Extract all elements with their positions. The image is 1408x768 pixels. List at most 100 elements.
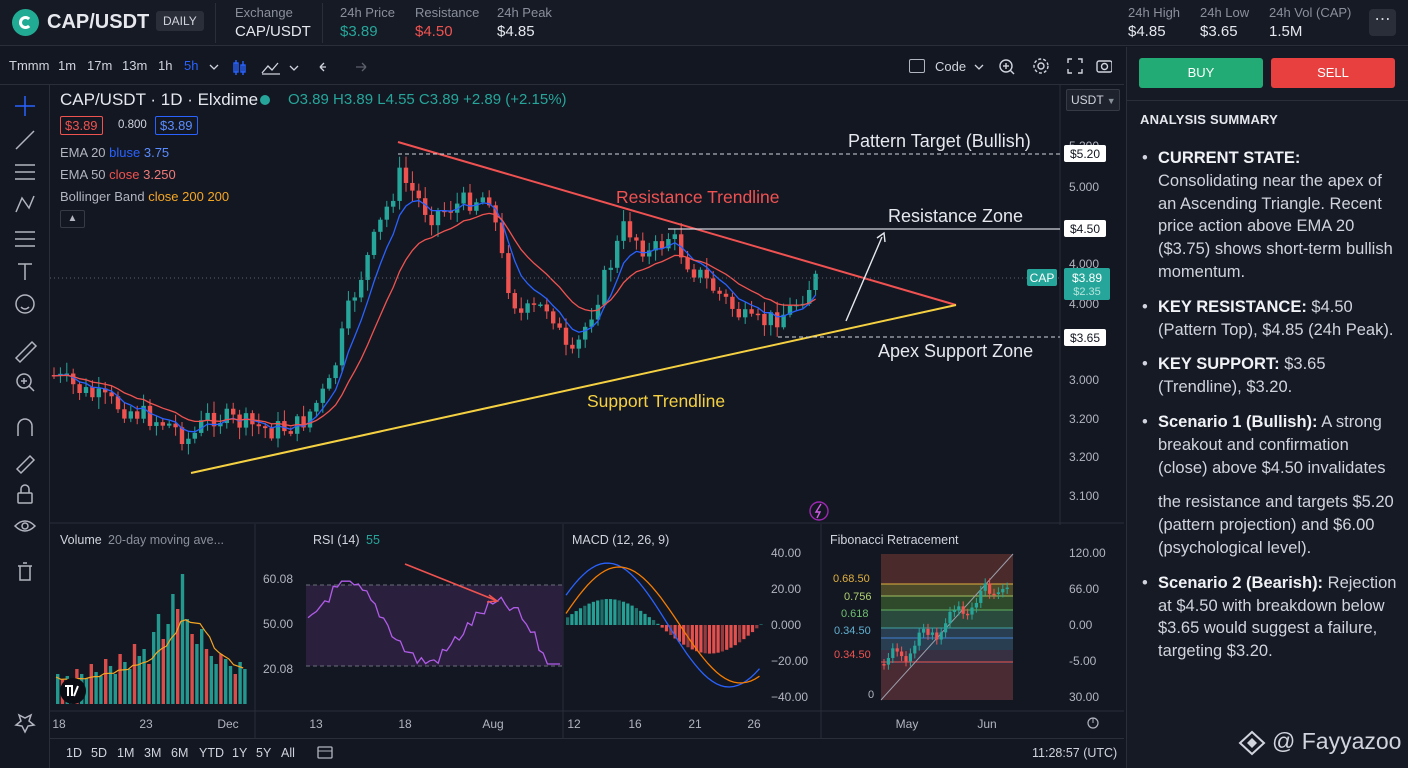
emoji-icon[interactable] [15, 294, 35, 314]
volume-bar [238, 662, 242, 704]
range-5y[interactable]: 5Y [256, 746, 271, 760]
rsi-tick: 20.08 [263, 662, 293, 676]
chart-background [50, 85, 1060, 525]
fib-title: Fibonacci Retracement [830, 533, 959, 547]
volume-bar [118, 654, 122, 704]
bollinger-legend[interactable]: Bollinger Band close 200 200 [60, 189, 229, 204]
pencil-lock-icon[interactable] [15, 454, 36, 475]
volume-bars [56, 574, 247, 704]
macd-bar [613, 599, 617, 625]
zoom-icon[interactable] [16, 373, 35, 392]
indicators-icon[interactable] [261, 62, 280, 75]
timeframe-1m[interactable]: 1m [58, 58, 76, 73]
date-range-icon[interactable] [316, 744, 334, 760]
macd-bar [699, 625, 703, 653]
chevron-down-icon[interactable] [974, 64, 984, 70]
symbol-title[interactable]: CAP/USDT [47, 11, 149, 34]
ruler-icon[interactable] [14, 340, 38, 364]
camera-icon[interactable] [1096, 60, 1112, 73]
volume-bar [89, 664, 93, 704]
time-tick: 12 [567, 717, 581, 731]
macd-bar [643, 613, 647, 625]
target-price-label: $5.20 [1064, 145, 1106, 162]
magnet-icon[interactable] [17, 418, 33, 436]
macd-tick: 20.00 [771, 582, 801, 596]
fib-level: 0.68.50 [833, 573, 870, 585]
timeframe-5h[interactable]: 5h [184, 58, 198, 73]
ema50-legend[interactable]: EMA 50 close 3.250 [60, 167, 176, 182]
ema20-legend[interactable]: EMA 20 bluse 3.75 [60, 145, 169, 160]
fib-level: 0.34.50 [834, 649, 871, 661]
macd-bar [729, 625, 733, 648]
volume-bar [156, 614, 161, 704]
market-status-icon [260, 95, 270, 105]
gear-icon[interactable] [1033, 58, 1049, 74]
timeframe-13m[interactable]: 13m [122, 58, 147, 73]
macd-bar [707, 625, 712, 654]
bid-price-box[interactable]: $3.89 [60, 116, 103, 135]
buy-button[interactable]: BUY [1139, 58, 1263, 88]
text-tool-icon[interactable] [18, 263, 32, 280]
ask-price-box[interactable]: $3.89 [155, 116, 198, 135]
range-1m[interactable]: 1M [117, 746, 134, 760]
macd-bar [604, 599, 608, 625]
pattern-icon[interactable] [15, 195, 35, 213]
lock-icon[interactable] [17, 484, 33, 504]
sell-button[interactable]: SELL [1271, 58, 1395, 88]
zoom-in-icon[interactable] [999, 59, 1015, 75]
price-tick: 3.200 [1069, 450, 1099, 464]
eye-icon[interactable] [13, 520, 37, 532]
range-3m[interactable]: 3M [144, 746, 161, 760]
horizontal-lines-icon[interactable] [15, 164, 35, 180]
fib-level: 0.618 [841, 608, 869, 620]
undo-icon[interactable] [319, 62, 326, 72]
range-1d[interactable]: 1D [66, 746, 82, 760]
redo-icon[interactable] [350, 60, 370, 76]
watermark-text: @ Fayyazoo [1272, 728, 1402, 754]
range-all[interactable]: All [281, 746, 295, 760]
volume-bar [142, 649, 146, 704]
macd-bar [660, 625, 664, 628]
range-1y[interactable]: 1Y [232, 746, 247, 760]
range-5d[interactable]: 5D [91, 746, 107, 760]
code-checkbox[interactable] [909, 59, 925, 73]
code-label[interactable]: Code [935, 59, 966, 74]
macd-bar [634, 608, 638, 625]
candles-icon[interactable] [233, 60, 246, 75]
macd-tick: −20.00 [771, 654, 808, 668]
price-tick: 3.200 [1069, 412, 1099, 426]
time-tick: 13 [309, 717, 323, 731]
favorites-star-icon[interactable] [14, 713, 36, 734]
range-ytd[interactable]: YTD [199, 746, 224, 760]
volume-bar [108, 666, 113, 704]
volume-bar [123, 662, 127, 704]
time-axis-settings-icon[interactable] [1087, 717, 1099, 729]
fullscreen-icon[interactable] [1067, 58, 1083, 74]
chevron-down-icon[interactable] [209, 64, 219, 70]
fib-tick: -5.00 [1069, 654, 1097, 668]
fib-tool-icon[interactable] [15, 231, 35, 247]
macd-bar [664, 625, 669, 632]
more-menu-button[interactable]: ⋯ [1369, 9, 1396, 36]
fib-tick: 66.00 [1069, 582, 1099, 596]
timeframe-17m[interactable]: 17m [87, 58, 112, 73]
macd-bar [630, 605, 634, 625]
crosshair-icon[interactable] [15, 96, 35, 116]
clock[interactable]: 11:28:57 (UTC) [1032, 746, 1117, 760]
timeframe-1h[interactable]: 1h [158, 58, 172, 73]
price-chart[interactable]: 5.200 5.000 4.000 4.000 3.000 3.200 3.20… [50, 85, 1124, 525]
range-6m[interactable]: 6M [171, 746, 188, 760]
chevron-down-icon[interactable] [289, 65, 299, 71]
trendline-icon[interactable] [15, 130, 35, 150]
watermark-logo-icon [1238, 730, 1266, 756]
logo-icon [12, 9, 39, 36]
header-divider [322, 3, 323, 43]
collapse-legend-button[interactable]: ▲ [60, 210, 85, 228]
rsi-title: RSI (14) [313, 533, 360, 547]
timeframe-tmmm[interactable]: Tmmm [9, 58, 49, 73]
header-divider [215, 3, 216, 43]
chart-legend-title[interactable]: CAP/USDT · 1D · Elxdime [60, 90, 258, 110]
macd-tick: 40.00 [771, 546, 801, 560]
trash-icon[interactable] [18, 562, 32, 581]
currency-select[interactable]: USDT ▼ [1066, 89, 1120, 111]
